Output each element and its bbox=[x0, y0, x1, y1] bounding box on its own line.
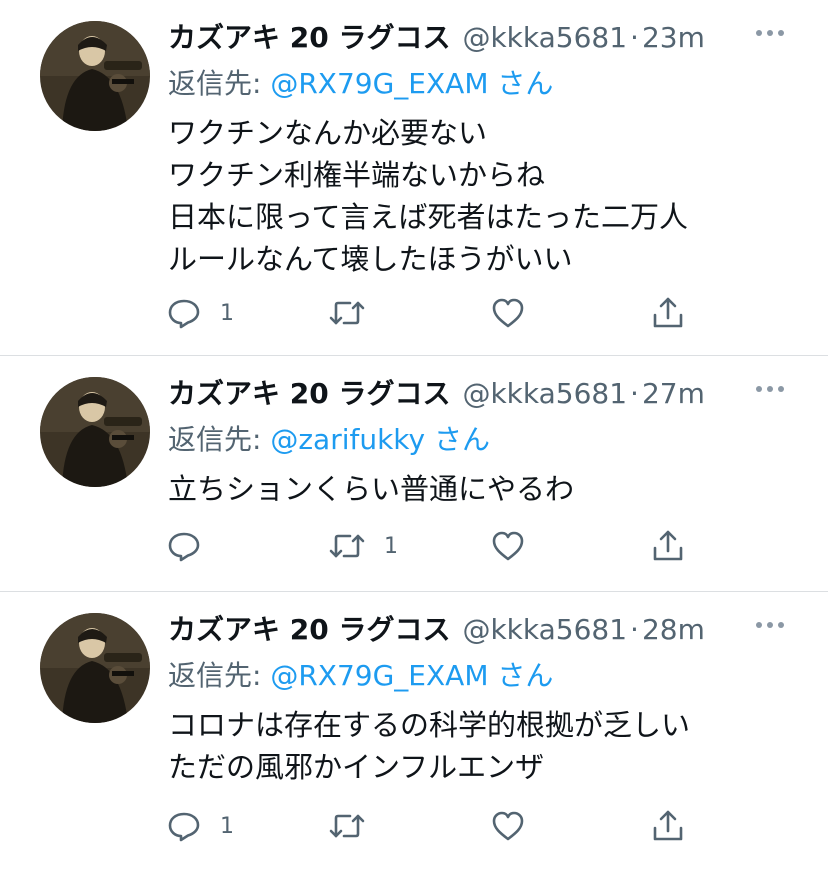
more-icon[interactable] bbox=[756, 386, 784, 392]
reply-target-link[interactable]: @zarifukky bbox=[270, 423, 425, 456]
share-icon bbox=[653, 530, 683, 561]
reply-suffix: さん bbox=[497, 659, 554, 692]
reply-suffix: さん bbox=[434, 423, 491, 456]
retweet-button[interactable]: 1 bbox=[328, 526, 398, 566]
avatar[interactable] bbox=[40, 613, 150, 723]
retweet-button[interactable] bbox=[328, 806, 384, 846]
like-button[interactable] bbox=[490, 526, 544, 566]
reply-prefix: 返信先: bbox=[168, 67, 262, 100]
display-name[interactable]: カズアキ 20 ラグコス bbox=[168, 372, 450, 412]
tweet-text: コロナは存在するの科学的根拠が乏しい ただの風邪かインフルエンザ bbox=[168, 704, 690, 788]
retweet-icon bbox=[329, 534, 365, 558]
retweet-icon bbox=[329, 301, 365, 325]
tweet-header: カズアキ 20 ラグコス @kkka5681 · 28m bbox=[168, 608, 705, 648]
retweet-icon bbox=[329, 814, 365, 838]
retweet-button[interactable] bbox=[328, 293, 384, 333]
user-handle[interactable]: @kkka5681 bbox=[462, 613, 627, 646]
like-button[interactable] bbox=[490, 806, 544, 846]
reply-icon bbox=[168, 299, 200, 329]
user-handle[interactable]: @kkka5681 bbox=[462, 377, 627, 410]
display-name[interactable]: カズアキ 20 ラグコス bbox=[168, 16, 450, 56]
reply-icon bbox=[168, 812, 200, 842]
tweet-header: カズアキ 20 ラグコス @kkka5681 · 23m bbox=[168, 16, 705, 56]
separator-dot: · bbox=[630, 377, 639, 410]
share-button[interactable] bbox=[650, 806, 686, 846]
tweet-header: カズアキ 20 ラグコス @kkka5681 · 27m bbox=[168, 372, 705, 412]
action-bar: 1 bbox=[166, 293, 696, 333]
reply-target-link[interactable]: @RX79G_EXAM bbox=[270, 659, 488, 692]
tweet-text: ワクチンなんか必要ない ワクチン利権半端ないからね 日本に限って言えば死者はたっ… bbox=[168, 112, 688, 280]
tweet-text-line: ただの風邪かインフルエンザ bbox=[168, 750, 545, 784]
share-button[interactable] bbox=[650, 526, 686, 566]
action-bar: 1 bbox=[166, 806, 696, 846]
separator-dot: · bbox=[630, 21, 639, 54]
tweet[interactable]: カズアキ 20 ラグコス @kkka5681 · 28m 返信先: @RX79G… bbox=[0, 592, 828, 872]
reply-suffix: さん bbox=[497, 67, 554, 100]
retweet-count: 1 bbox=[384, 533, 398, 559]
reply-button[interactable] bbox=[166, 526, 220, 566]
reply-context: 返信先: @RX79G_EXAM さん bbox=[168, 654, 553, 694]
tweet[interactable]: カズアキ 20 ラグコス @kkka5681 · 23m 返信先: @RX79G… bbox=[0, 0, 828, 356]
reply-prefix: 返信先: bbox=[168, 659, 262, 692]
heart-icon bbox=[492, 531, 524, 561]
reply-count: 1 bbox=[220, 300, 234, 326]
tweet-text-line: ワクチンなんか必要ない bbox=[168, 116, 488, 150]
share-button[interactable] bbox=[650, 293, 686, 333]
tweet[interactable]: カズアキ 20 ラグコス @kkka5681 · 27m 返信先: @zarif… bbox=[0, 356, 828, 592]
timestamp[interactable]: 23m bbox=[642, 21, 705, 54]
share-icon bbox=[653, 810, 683, 841]
reply-context: 返信先: @RX79G_EXAM さん bbox=[168, 62, 553, 102]
avatar[interactable] bbox=[40, 377, 150, 487]
tweet-text-line: 日本に限って言えば死者はたった二万人 bbox=[168, 200, 688, 234]
tweet-text: 立ちションくらい普通にやるわ bbox=[168, 468, 574, 510]
tweet-text-line: ルールなんて壊したほうがいい bbox=[168, 242, 573, 276]
tweet-text-line: ワクチン利権半端ないからね bbox=[168, 158, 546, 192]
timeline: カズアキ 20 ラグコス @kkka5681 · 23m 返信先: @RX79G… bbox=[0, 0, 828, 872]
user-handle[interactable]: @kkka5681 bbox=[462, 21, 627, 54]
tweet-text-line: コロナは存在するの科学的根拠が乏しい bbox=[168, 708, 691, 742]
reply-count: 1 bbox=[220, 813, 234, 839]
tweet-text-line: 立ちションくらい普通にやるわ bbox=[168, 472, 575, 506]
reply-target-link[interactable]: @RX79G_EXAM bbox=[270, 67, 488, 100]
reply-prefix: 返信先: bbox=[168, 423, 262, 456]
heart-icon bbox=[492, 298, 524, 328]
avatar[interactable] bbox=[40, 21, 150, 131]
reply-button[interactable]: 1 bbox=[166, 806, 234, 846]
reply-icon bbox=[168, 532, 200, 562]
display-name[interactable]: カズアキ 20 ラグコス bbox=[168, 608, 450, 648]
timestamp[interactable]: 28m bbox=[642, 613, 705, 646]
timestamp[interactable]: 27m bbox=[642, 377, 705, 410]
heart-icon bbox=[492, 811, 524, 841]
share-icon bbox=[653, 297, 683, 328]
more-icon[interactable] bbox=[756, 622, 784, 628]
action-bar: 1 bbox=[166, 526, 696, 566]
more-icon[interactable] bbox=[756, 30, 784, 36]
reply-button[interactable]: 1 bbox=[166, 293, 234, 333]
separator-dot: · bbox=[630, 613, 639, 646]
like-button[interactable] bbox=[490, 293, 544, 333]
reply-context: 返信先: @zarifukky さん bbox=[168, 418, 490, 458]
